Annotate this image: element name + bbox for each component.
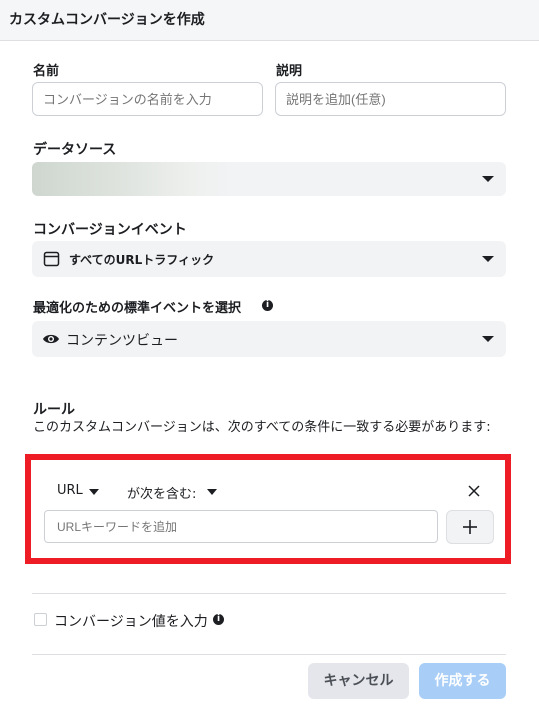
chevron-down-icon — [482, 176, 494, 182]
description-input[interactable] — [275, 82, 506, 116]
rules-description: このカスタムコンバージョンは、次のすべての条件に一致する必要があります: — [33, 420, 491, 435]
rule-keyword-input[interactable] — [44, 510, 438, 543]
conversion-value-label: コンバージョン値を入力 — [54, 614, 208, 630]
info-icon[interactable]: i — [213, 614, 224, 625]
description-label: 説明 — [276, 64, 303, 79]
info-icon[interactable]: i — [262, 300, 273, 311]
close-icon[interactable] — [468, 485, 480, 497]
plus-icon — [463, 520, 477, 534]
cancel-button[interactable]: キャンセル — [308, 663, 409, 699]
data-source-value-redacted — [32, 162, 232, 196]
conversion-value-checkbox[interactable] — [34, 613, 47, 626]
chevron-down-icon — [482, 336, 494, 342]
data-source-label: データソース — [33, 142, 117, 158]
create-button[interactable]: 作成する — [419, 663, 506, 699]
eye-icon — [43, 334, 59, 344]
conversion-event-value: すべてのURLトラフィック — [69, 253, 215, 267]
rules-title: ルール — [33, 402, 75, 418]
divider — [32, 654, 506, 655]
name-input[interactable] — [32, 82, 263, 116]
conversion-event-label: コンバージョンイベント — [33, 222, 187, 238]
rule-field-select[interactable]: URL — [57, 483, 83, 498]
chevron-down-icon[interactable] — [207, 489, 217, 495]
name-label: 名前 — [33, 64, 60, 79]
dialog-title: カスタムコンバージョンを作成 — [9, 12, 205, 28]
optimization-value: コンテンツビュー — [66, 333, 178, 349]
chevron-down-icon — [482, 256, 494, 262]
divider — [32, 593, 506, 594]
optimization-label: 最適化のための標準イベントを選択 — [33, 301, 242, 316]
calendar-icon — [43, 251, 60, 267]
chevron-down-icon[interactable] — [89, 489, 99, 495]
rule-operator-select[interactable]: が次を含む: — [127, 483, 196, 502]
